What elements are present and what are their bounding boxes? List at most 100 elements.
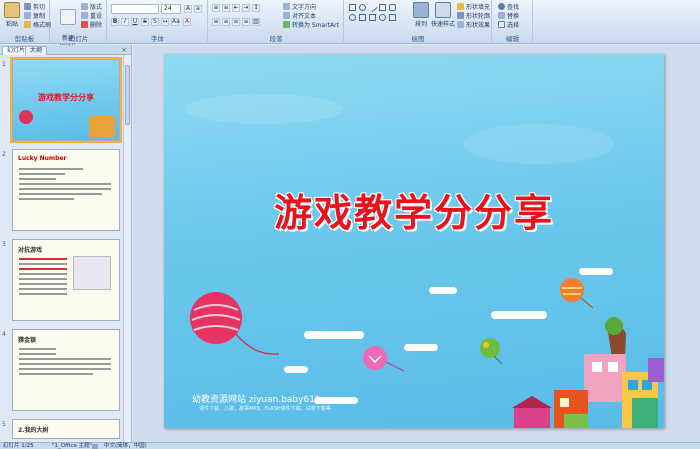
increase-indent-button[interactable]: ⇥ [242, 4, 250, 12]
arrow-shape-icon[interactable] [369, 14, 376, 21]
heart-balloon-image [363, 346, 405, 372]
paste-icon [4, 2, 20, 18]
strikethrough-button[interactable]: S [141, 18, 149, 26]
delete-icon [81, 21, 88, 28]
triangle-shape-icon[interactable] [359, 14, 366, 21]
rounded-rect-shape-icon[interactable] [389, 4, 396, 11]
shape-outline-button[interactable]: 形状轮廓 [457, 11, 490, 20]
new-slide-button[interactable]: 新建 幻灯片 [57, 2, 79, 51]
shape-fill-button[interactable]: 形状填充 [457, 2, 490, 11]
align-right-button[interactable]: ≡ [232, 18, 240, 26]
find-icon [498, 3, 505, 10]
text-direction-button[interactable]: 文字方向 [283, 2, 316, 11]
align-center-button[interactable]: ≡ [222, 18, 230, 26]
select-button[interactable]: 选择 [498, 20, 519, 29]
drawing-label: 绘图 [411, 35, 425, 43]
slide-thumbnail[interactable]: 猜金银 [12, 329, 120, 411]
shape-effects-button[interactable]: 形状效果 [457, 20, 490, 29]
slide-editing-area: 游戏教学分分享 幼教资源网站 ziyuan.baby611.com 课件下载、儿… [133, 45, 700, 442]
callout-shape-icon[interactable] [389, 14, 396, 21]
font-label: 字体 [151, 35, 164, 43]
columns-button[interactable]: ▥ [252, 18, 260, 26]
font-color-button[interactable]: A [183, 18, 191, 26]
cloud [304, 331, 364, 339]
align-text-button[interactable]: 对齐文本 [283, 11, 316, 20]
reset-button[interactable]: 重设 [81, 11, 102, 20]
scissors-icon [24, 3, 31, 10]
scrollbar-thumb[interactable] [125, 65, 130, 125]
underline-button[interactable]: U [131, 18, 139, 26]
copy-button[interactable]: 复制 [24, 11, 45, 20]
cursor-icon [498, 21, 505, 28]
arrange-icon [413, 2, 429, 18]
clipboard-label: 剪贴板 [14, 35, 35, 43]
slide-number: 2 [2, 151, 6, 158]
slides-group: 新建 幻灯片 版式 重设 删除 幻灯片 [51, 0, 107, 51]
watercolor-texture [464, 124, 614, 164]
slide-number: 1 [2, 61, 6, 68]
game-image [73, 256, 111, 290]
bullets-button[interactable]: ≡ [212, 4, 220, 12]
layout-button[interactable]: 版式 [81, 2, 102, 11]
slide-title[interactable]: 游戏教学分分享 [164, 182, 664, 237]
thumbnail-text [19, 258, 67, 298]
drawing-group: 排列 快速样式 形状填充 形状轮廓 形状效果 绘图 [345, 0, 492, 44]
editing-label: 编辑 [506, 35, 519, 43]
spacing-button[interactable]: ↔ [161, 18, 169, 26]
grow-font-button[interactable]: A [184, 5, 192, 13]
website-credit: 幼教资源网站 ziyuan.baby611.com [192, 395, 343, 405]
close-icon[interactable]: × [121, 46, 127, 54]
align-left-button[interactable]: ≡ [212, 18, 220, 26]
justify-button[interactable]: ≡ [242, 18, 250, 26]
panel-tabs: 幻灯片 大纲 × [0, 45, 131, 55]
star-shape-icon[interactable] [379, 14, 386, 21]
tab-outline[interactable]: 大纲 [25, 46, 48, 55]
change-case-button[interactable]: Aa [171, 18, 180, 26]
cut-button[interactable]: 剪切 [24, 2, 45, 11]
brush-icon [24, 21, 31, 28]
shadow-button[interactable]: S [151, 18, 159, 26]
slide-thumbnail[interactable]: 对抗游戏 [12, 239, 120, 321]
arrange-button[interactable]: 排列 [411, 2, 431, 28]
slide-thumbnail[interactable]: Lucky Number [12, 149, 120, 231]
thumbnail-title: Lucky Number [18, 155, 67, 162]
replace-button[interactable]: 替换 [498, 11, 519, 20]
cloud [429, 287, 457, 294]
numbering-button[interactable]: ≡ [222, 4, 230, 12]
decrease-indent-button[interactable]: ⇤ [232, 4, 240, 12]
slide-number: 5 [2, 421, 6, 428]
italic-button[interactable]: I [121, 18, 129, 26]
copy-icon [24, 12, 31, 19]
textbox-shape-icon[interactable] [379, 4, 386, 11]
circle-shape-icon[interactable] [349, 14, 356, 21]
panel-scrollbar[interactable] [123, 55, 131, 442]
delete-button[interactable]: 删除 [81, 20, 102, 29]
font-name-box[interactable] [111, 4, 159, 14]
fill-bucket-icon [457, 3, 464, 10]
shrink-font-button[interactable]: a [194, 5, 202, 13]
line-spacing-button[interactable]: ↕ [252, 4, 260, 12]
language-indicator[interactable]: 中文(简体，中国) [104, 443, 147, 449]
slides-panel: 幻灯片 大纲 × 1 游戏教学分分享 2 Lucky Number 3 对抗游戏… [0, 45, 132, 442]
paste-button[interactable]: 粘贴 [2, 2, 22, 28]
outline-pen-icon [457, 12, 464, 19]
bold-button[interactable]: B [111, 18, 119, 26]
rectangle-shape-icon[interactable] [349, 4, 356, 11]
slides-label: 幻灯片 [68, 35, 89, 43]
align-text-icon [283, 12, 290, 19]
houses-image [89, 116, 115, 138]
font-size-box[interactable]: 24 [161, 4, 181, 14]
smartart-button[interactable]: 转换为 SmartArt [283, 20, 339, 29]
quick-styles-button[interactable]: 快速样式 [431, 2, 455, 28]
slide-thumbnail[interactable]: 游戏教学分分享 [10, 57, 122, 143]
theme-name[interactable]: "1_Office 主题" [52, 443, 92, 449]
slide-canvas[interactable]: 游戏教学分分享 幼教资源网站 ziyuan.baby611.com 课件下载、儿… [164, 54, 664, 428]
format-painter-button[interactable]: 格式刷 [24, 20, 51, 29]
layout-icon [81, 3, 88, 10]
line-shape-icon[interactable] [367, 2, 378, 13]
paragraph-group: ≡ ≡ ⇤ ⇥ ↕ ≡ ≡ ≡ ≡ ▥ 文字方向 对齐文本 转换为 SmartA… [209, 0, 344, 44]
slide-thumbnail[interactable]: 2.我的大树 [12, 419, 120, 439]
spellcheck-icon[interactable] [92, 444, 98, 449]
find-button[interactable]: 查找 [498, 2, 519, 11]
oval-shape-icon[interactable] [359, 4, 366, 11]
